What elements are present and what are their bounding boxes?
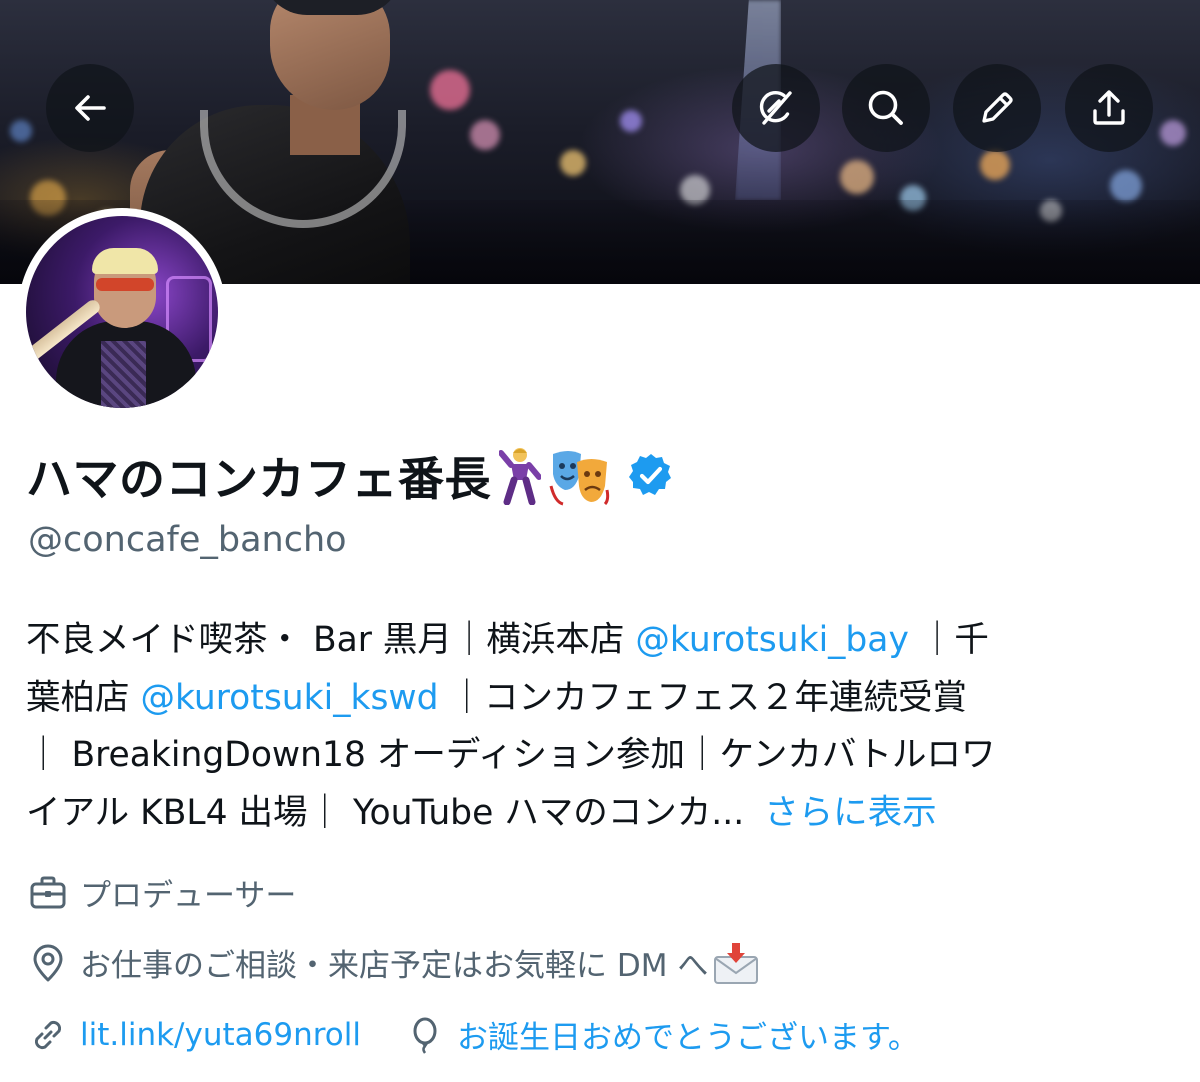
mention-link-kurotsuki-bay[interactable]: @kurotsuki_bay [635,620,908,660]
avatar-hair [92,248,158,274]
edit-button[interactable] [953,64,1041,152]
mention-link-kurotsuki-kswd[interactable]: @kurotsuki_kswd [140,678,438,718]
show-more-link[interactable]: さらに表示 [764,793,937,833]
bokeh-light [470,120,500,150]
bio-text: ｜千 [908,620,989,660]
pencil-icon [982,92,1013,123]
bokeh-light [980,150,1010,180]
incoming-envelope-emoji [714,942,759,984]
search-icon [868,90,903,125]
name-row: ハマのコンカフェ番長 [26,436,675,516]
bokeh-light [840,160,874,194]
profile-screen: ハマのコンカフェ番長 @concafe_bancho 不良メイド喫茶・ Bar … [0,0,1200,1082]
bio-text: ｜ BreakingDown18 オーディション参加｜ケンカバトルロワ [26,735,996,775]
balloon-icon [413,1017,437,1054]
bio-line: ｜ BreakingDown18 オーディション参加｜ケンカバトルロワ [26,727,1176,785]
bokeh-light [430,70,470,110]
share-button[interactable] [1065,64,1153,152]
grok-button[interactable] [732,64,820,152]
profile-avatar[interactable] [18,208,226,416]
bio-text: ｜コンカフェフェス２年連続受賞 [438,677,968,718]
location-row: お仕事のご相談・来店予定はお気軽に DM へ [28,940,760,985]
bio-line: イアル KBL4 出場｜ YouTube ハマのコンカ... さらに表示 [26,785,1176,843]
display-name: ハマのコンカフェ番長 [26,452,491,506]
profession-text: プロデューサー [80,878,297,914]
verified-badge-icon[interactable] [627,452,675,500]
bokeh-light [1160,120,1186,146]
bio-text: 葉柏店 [26,677,141,718]
bio-line: 不良メイド喫茶・ Bar 黒月｜横浜本店 @kurotsuki_bay ｜千 [26,612,1176,670]
bio-text: 不良メイド喫茶・ Bar 黒月｜横浜本店 [26,620,636,660]
arrow-left-icon [75,95,106,121]
search-button[interactable] [842,64,930,152]
bio-line: 葉柏店 @kurotsuki_kswd ｜コンカフェフェス２年連続受賞 [26,670,1176,728]
location-text: お仕事のご相談・来店予定はお気軽に DM へ [80,948,709,984]
profile-bio: 不良メイド喫茶・ Bar 黒月｜横浜本店 @kurotsuki_bay ｜千 葉… [26,612,1176,842]
performing-arts-emoji [549,451,610,506]
back-button[interactable] [46,64,134,152]
links-row: lit.link/yuta69nroll お誕生日おめでとうございます。 [28,1012,919,1057]
link-icon [34,1020,62,1049]
grok-icon [759,90,792,125]
bokeh-light [560,150,586,176]
bokeh-light [10,120,32,142]
bokeh-light [620,110,642,132]
share-icon [1093,90,1125,125]
user-handle: @concafe_bancho [28,520,347,560]
profile-website-link[interactable]: lit.link/yuta69nroll [80,1017,361,1053]
avatar-glasses [96,278,154,291]
location-pin-icon [33,944,63,981]
bio-text: イアル KBL4 出場｜ YouTube ハマのコンカ... [26,792,745,833]
briefcase-icon [30,876,66,908]
bokeh-light [1110,170,1142,202]
avatar-shirt [101,341,146,408]
profession-row: プロデューサー [28,870,296,915]
avatar-photo [26,216,218,408]
man-dancing-emoji [499,448,541,505]
birthday-text[interactable]: お誕生日おめでとうございます。 [457,1012,919,1057]
